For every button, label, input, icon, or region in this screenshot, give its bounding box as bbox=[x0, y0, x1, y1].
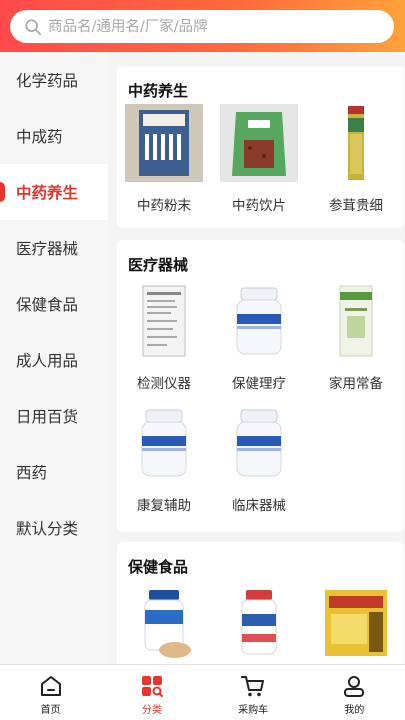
search-input[interactable] bbox=[48, 18, 368, 35]
category-sidebar: 化学药品 中成药 中药养生 医疗器械 保健食品 成人用品 日用百货 西药 默认分… bbox=[0, 52, 108, 664]
tab-label: 首页 bbox=[40, 705, 61, 716]
tab-label: 我的 bbox=[344, 705, 365, 716]
sidebar-item-daily-goods[interactable]: 日用百货 bbox=[0, 388, 108, 444]
product-image bbox=[220, 282, 298, 360]
section-title: 保健食品 bbox=[128, 558, 189, 576]
product-label: 家用常备 bbox=[329, 376, 383, 392]
sidebar-item-label: 中药养生 bbox=[16, 184, 79, 202]
tab-category[interactable]: 分类 bbox=[101, 665, 202, 720]
sidebar-item-tcm-health[interactable]: 中药养生 bbox=[0, 164, 108, 220]
sidebar-item-label: 医疗器械 bbox=[16, 240, 79, 258]
sidebar-item-label: 西药 bbox=[16, 464, 48, 482]
product-tile[interactable]: 康复辅助 bbox=[125, 404, 203, 514]
sidebar-item-default[interactable]: 默认分类 bbox=[0, 500, 108, 556]
tab-cart[interactable]: 采购车 bbox=[203, 665, 304, 720]
product-image bbox=[125, 104, 203, 182]
sidebar-item-label: 化学药品 bbox=[16, 72, 79, 90]
product-label: 参茸贵细 bbox=[329, 198, 383, 214]
sidebar-item-chinese-patent-medicine[interactable]: 中成药 bbox=[0, 108, 108, 164]
bottom-tab-bar: 首页 分类 采购车 我的 bbox=[0, 664, 405, 720]
tab-label: 采购车 bbox=[238, 705, 269, 716]
section-title: 中药养生 bbox=[128, 82, 189, 100]
product-image bbox=[220, 584, 298, 662]
product-image bbox=[125, 584, 203, 662]
sidebar-item-western-medicine[interactable]: 西药 bbox=[0, 444, 108, 500]
product-image bbox=[220, 404, 298, 482]
product-image bbox=[220, 104, 298, 182]
product-image bbox=[317, 584, 395, 662]
section-title: 医疗器械 bbox=[128, 256, 189, 274]
cart-icon bbox=[241, 676, 265, 697]
product-tile[interactable]: 参茸贵细 bbox=[317, 104, 395, 214]
section-card: 保健食品 bbox=[117, 542, 404, 664]
product-tile[interactable] bbox=[317, 584, 395, 662]
home-icon bbox=[40, 676, 61, 696]
product-label: 保健理疗 bbox=[232, 376, 286, 392]
sidebar-item-label: 保健食品 bbox=[16, 296, 79, 314]
product-tile[interactable] bbox=[125, 584, 203, 662]
product-image bbox=[125, 404, 203, 482]
sidebar-item-label: 默认分类 bbox=[16, 520, 79, 538]
search-icon bbox=[25, 18, 42, 35]
product-tile[interactable]: 家用常备 bbox=[317, 282, 395, 392]
sidebar-item-label: 中成药 bbox=[16, 128, 63, 146]
product-tile[interactable]: 中药粉末 bbox=[125, 104, 203, 214]
sidebar-item-chemical-drugs[interactable]: 化学药品 bbox=[0, 52, 108, 108]
product-tile[interactable]: 保健理疗 bbox=[220, 282, 298, 392]
product-tile[interactable]: 临床器械 bbox=[220, 404, 298, 514]
section-card: 中药养生 中药粉末 中药饮片 参茸贵细 bbox=[117, 66, 404, 228]
product-image bbox=[317, 282, 395, 360]
search-bar[interactable] bbox=[10, 10, 394, 43]
tab-home[interactable]: 首页 bbox=[0, 665, 101, 720]
sidebar-item-label: 日用百货 bbox=[16, 408, 79, 426]
product-tile[interactable] bbox=[220, 584, 298, 662]
product-label: 中药粉末 bbox=[137, 198, 191, 214]
product-tile[interactable]: 检测仪器 bbox=[125, 282, 203, 392]
product-image bbox=[317, 104, 395, 182]
sidebar-item-adult-products[interactable]: 成人用品 bbox=[0, 332, 108, 388]
product-label: 中药饮片 bbox=[232, 198, 286, 214]
tab-label: 分类 bbox=[141, 705, 162, 716]
sidebar-item-label: 成人用品 bbox=[16, 352, 79, 370]
category-content: 中药养生 中药粉末 中药饮片 参茸贵细 医疗器械 检测仪器 保健理疗 家用常备 … bbox=[108, 52, 405, 664]
section-card: 医疗器械 检测仪器 保健理疗 家用常备 康复辅助 临床器械 bbox=[117, 240, 404, 532]
sidebar-item-health-food[interactable]: 保健食品 bbox=[0, 276, 108, 332]
profile-icon bbox=[344, 676, 365, 697]
product-tile[interactable]: 中药饮片 bbox=[220, 104, 298, 214]
tab-profile[interactable]: 我的 bbox=[304, 665, 405, 720]
category-icon bbox=[141, 676, 163, 697]
product-label: 检测仪器 bbox=[137, 376, 191, 392]
product-label: 康复辅助 bbox=[137, 498, 191, 514]
sidebar-item-medical-devices[interactable]: 医疗器械 bbox=[0, 220, 108, 276]
header-bar bbox=[0, 0, 405, 52]
product-image bbox=[125, 282, 203, 360]
product-label: 临床器械 bbox=[232, 498, 286, 514]
